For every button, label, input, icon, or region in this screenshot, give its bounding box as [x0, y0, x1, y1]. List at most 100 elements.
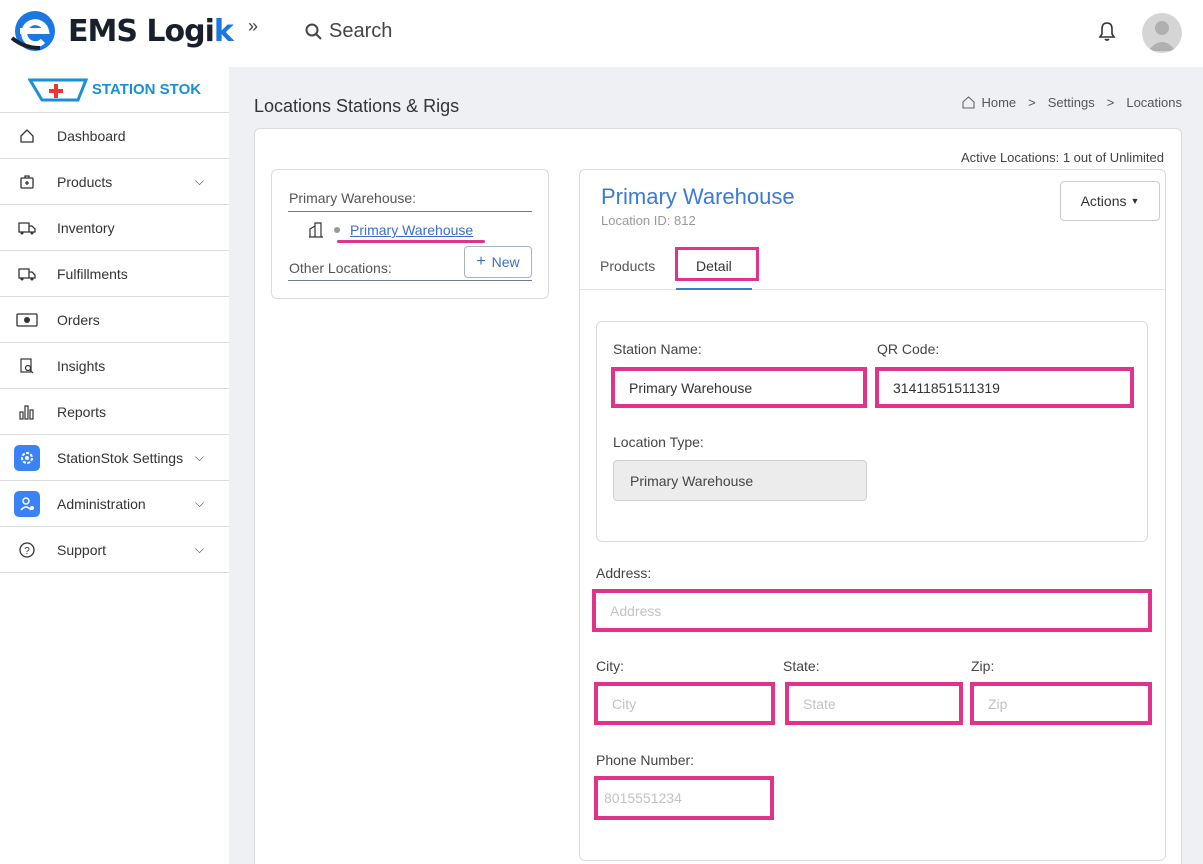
search-label: Search: [329, 20, 393, 42]
gear-icon: [14, 444, 40, 471]
status-dot: [334, 227, 340, 233]
search-bar[interactable]: Search: [305, 20, 392, 43]
home-icon: [14, 123, 40, 149]
zip-label: Zip:: [971, 658, 995, 674]
sidebar-item-label: Dashboard: [57, 127, 126, 144]
locations-list-panel: Primary Warehouse: Primary Warehouse Oth…: [271, 169, 549, 299]
medkit-icon: [14, 169, 40, 195]
building-icon: [309, 222, 323, 238]
svg-text:?: ?: [24, 546, 30, 557]
sidebar-item-label: Products: [57, 173, 113, 190]
divider: [288, 211, 532, 212]
primary-warehouse-link[interactable]: Primary Warehouse: [350, 222, 473, 238]
actions-dropdown-button[interactable]: Actions ▼: [1060, 181, 1160, 221]
sidebar-item-label: StationStok Settings: [57, 449, 184, 466]
station-stok-logo-icon: [27, 78, 88, 101]
plus-icon: +: [476, 253, 486, 270]
actions-label: Actions: [1080, 193, 1127, 209]
location-type-field: Primary Warehouse: [613, 460, 867, 501]
active-locations-count: Active Locations: 1 out of Unlimited: [960, 150, 1164, 165]
breadcrumb-settings[interactable]: Settings: [1048, 95, 1095, 110]
page-title: Locations Stations & Rigs: [254, 96, 460, 116]
chevron-down-icon: ⌵: [195, 174, 205, 188]
sidebar-item-dashboard[interactable]: Dashboard: [0, 113, 229, 159]
qr-code-field[interactable]: 31411851511319: [875, 367, 1134, 408]
sidebar-item-label: Administration: [57, 495, 146, 512]
search-icon: [305, 23, 322, 40]
sidebar-item-label: Inventory: [57, 219, 115, 236]
expand-sidebar-button[interactable]: »: [248, 16, 258, 37]
locations-card: Active Locations: 1 out of Unlimited Pri…: [254, 128, 1182, 864]
chevron-down-icon: ⌵: [195, 542, 205, 556]
location-type-label: Location Type:: [613, 434, 704, 450]
ambulance-icon: [14, 215, 40, 241]
caret-down-icon: ▼: [1130, 196, 1140, 206]
user-avatar-icon: [1148, 21, 1176, 51]
station-info-box: Station Name: Primary Warehouse QR Code:…: [596, 321, 1148, 542]
phone-number-label: Phone Number:: [596, 752, 695, 768]
location-id: Location ID: 812: [601, 213, 696, 228]
logo-text: EMS Logik: [68, 13, 234, 49]
sidebar-item-reports[interactable]: Reports: [0, 389, 229, 435]
help-circle-icon: ?: [14, 537, 40, 563]
breadcrumb-separator: >: [1028, 95, 1036, 110]
qr-code-label: QR Code:: [877, 341, 940, 357]
sidebar-item-label: Insights: [57, 357, 106, 374]
station-name-label: Station Name:: [613, 341, 702, 357]
bell-icon[interactable]: [1097, 21, 1117, 43]
breadcrumb-locations: Locations: [1126, 95, 1182, 110]
bar-chart-icon: [14, 399, 40, 425]
new-location-button[interactable]: + New: [464, 246, 532, 278]
breadcrumb-separator: >: [1106, 95, 1115, 110]
address-label: Address:: [596, 565, 652, 581]
active-tab-indicator: [676, 288, 752, 290]
chevron-down-icon: ⌵: [195, 496, 205, 510]
new-button-label: New: [491, 254, 520, 270]
sidebar-item-administration[interactable]: Administration ⌵: [0, 481, 229, 527]
brand-name: STATION STOK: [91, 81, 202, 98]
breadcrumb: Home > Settings > Locations: [962, 95, 1182, 110]
sidebar-item-label: Reports: [57, 403, 107, 420]
sidebar-item-insights[interactable]: Insights: [0, 343, 229, 389]
city-field[interactable]: City: [594, 682, 775, 725]
money-icon: [14, 307, 40, 333]
avatar[interactable]: [1142, 13, 1182, 53]
sidebar-item-support[interactable]: ? Support ⌵: [0, 527, 229, 573]
zip-field[interactable]: Zip: [970, 682, 1152, 725]
location-name-title: Primary Warehouse: [601, 184, 795, 209]
sidebar-item-label: Support: [57, 541, 107, 558]
location-detail-panel: Primary Warehouse Location ID: 812 Actio…: [579, 169, 1166, 861]
top-bar: EMS Logik » Search: [0, 0, 1203, 67]
state-field[interactable]: State: [785, 682, 963, 725]
tab-products[interactable]: Products: [600, 258, 655, 274]
highlight-underline: [337, 240, 485, 243]
divider: [288, 280, 532, 281]
sidebar-item-label: Fulfillments: [57, 265, 128, 282]
home-icon: [962, 96, 976, 109]
sidebar-item-orders[interactable]: Orders: [0, 297, 229, 343]
sidebar: STATION STOK Dashboard Products ⌵ Invent…: [0, 67, 229, 864]
ems-logik-logo[interactable]: EMS Logik: [10, 8, 234, 54]
report-search-icon: [14, 353, 40, 379]
ambulance-icon: [14, 261, 40, 287]
sidebar-item-stationstok-settings[interactable]: StationStok Settings ⌵: [0, 435, 229, 481]
admin-user-icon: [14, 490, 40, 517]
logo-mark-icon: [10, 11, 55, 51]
sidebar-item-fulfillments[interactable]: Fulfillments: [0, 251, 229, 297]
sidebar-item-inventory[interactable]: Inventory: [0, 205, 229, 251]
tabs-divider: [580, 289, 1165, 290]
sidebar-item-products[interactable]: Products ⌵: [0, 159, 229, 205]
sidebar-item-label: Orders: [57, 311, 100, 328]
chevron-down-icon: ⌵: [195, 450, 205, 464]
primary-warehouse-heading: Primary Warehouse:: [289, 190, 417, 206]
phone-number-field[interactable]: 8015551234: [594, 776, 774, 820]
state-label: State:: [783, 658, 820, 674]
address-field[interactable]: Address: [592, 589, 1152, 632]
breadcrumb-home[interactable]: Home: [981, 95, 1016, 110]
location-item-primary-warehouse[interactable]: Primary Warehouse: [308, 222, 473, 238]
tab-detail[interactable]: Detail: [696, 258, 732, 274]
city-label: City:: [596, 658, 624, 674]
station-name-field[interactable]: Primary Warehouse: [611, 367, 867, 408]
other-locations-heading: Other Locations:: [289, 260, 392, 276]
station-stok-brand[interactable]: STATION STOK: [0, 67, 229, 113]
